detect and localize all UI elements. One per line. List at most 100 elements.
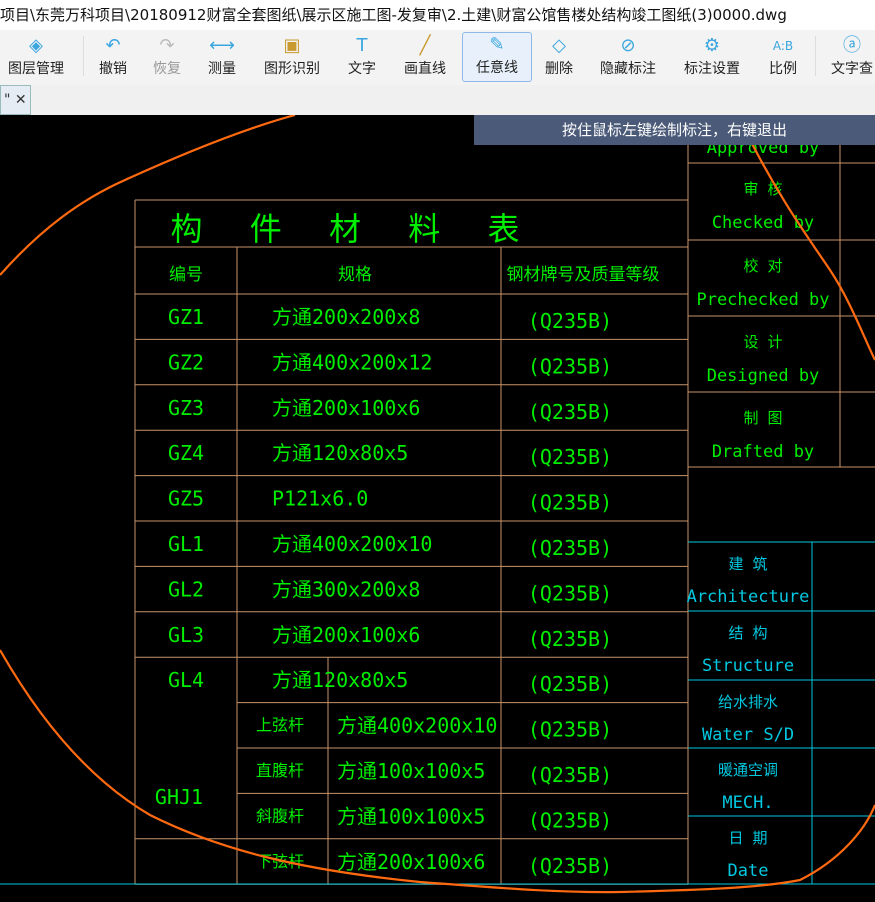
label: 图形识别 xyxy=(264,61,320,77)
row-grade: (Q235B) xyxy=(528,354,612,378)
redo-icon: ↷ xyxy=(159,35,175,56)
discipline-en: Structure xyxy=(702,656,794,676)
ruler-icon: ⟷ xyxy=(209,35,235,56)
row-spec: 方通200x100x6 xyxy=(272,623,420,647)
row-spec: 方通120x80x5 xyxy=(272,441,408,465)
discipline-cn: 结 构 xyxy=(728,624,767,642)
toolbar: ◈ 图层管理 ↶ 撤销 ↷ 恢复 ⟷ 测量 ▣ 图形识别 T 文字 ╱ 画直线 ✎ 任意线 ◇ 删… xyxy=(0,30,875,85)
label: 标注设置 xyxy=(684,61,740,77)
label: 恢复 xyxy=(153,61,181,77)
text-icon: T xyxy=(356,35,368,56)
row-id: GL3 xyxy=(168,623,204,647)
undo-button[interactable]: ↶ 撤销 xyxy=(91,32,135,82)
label: 比例 xyxy=(769,61,797,77)
annotation-settings-icon: ⚙ xyxy=(703,35,721,56)
scale-button[interactable]: A:B 比例 xyxy=(761,32,805,82)
text-search-icon: ⓐ xyxy=(843,35,861,56)
pen-icon: ✎ xyxy=(489,34,505,55)
truss-spec: 方通400x200x10 xyxy=(337,714,497,738)
truss-spec: 方通100x100x5 xyxy=(337,804,485,828)
signoff-en: Drafted by xyxy=(712,442,814,462)
redo-button[interactable]: ↷ 恢复 xyxy=(145,32,189,82)
line-button[interactable]: ╱ 画直线 xyxy=(396,32,454,82)
discipline-cn: 日 期 xyxy=(728,829,767,847)
tab-bar: " ✕ xyxy=(0,85,875,115)
hide-annotations-button[interactable]: ⊘ 隐藏标注 xyxy=(592,32,664,82)
row-grade: (Q235B) xyxy=(528,536,612,560)
freehand-button[interactable]: ✎ 任意线 xyxy=(462,32,532,82)
label: 画直线 xyxy=(404,61,446,77)
annotation-curve xyxy=(744,129,875,361)
label: 文字查 xyxy=(831,61,873,77)
label: 任意线 xyxy=(476,60,518,76)
row-spec: 方通300x200x8 xyxy=(272,577,420,601)
row-grade: (Q235B) xyxy=(528,581,612,605)
truss-id: GHJ1 xyxy=(155,785,203,809)
separator xyxy=(83,36,84,76)
line-icon: ╱ xyxy=(419,35,431,56)
row-spec: 方通400x200x12 xyxy=(272,350,432,374)
undo-icon: ↶ xyxy=(105,35,121,56)
table-header: 规格 xyxy=(338,265,372,285)
row-id: GZ3 xyxy=(168,396,204,420)
text-search-button[interactable]: ⓐ 文字查 xyxy=(823,32,875,82)
tab-label: " xyxy=(4,92,11,108)
layers-icon: ◈ xyxy=(29,35,43,56)
scale-icon: A:B xyxy=(772,39,794,53)
row-grade: (Q235B) xyxy=(528,445,612,469)
row-grade: (Q235B) xyxy=(528,672,612,696)
label: 图层管理 xyxy=(8,61,64,77)
row-id: GZ4 xyxy=(168,441,204,465)
signoff-cn: 设 计 xyxy=(743,333,782,351)
layer-manager-button[interactable]: ◈ 图层管理 xyxy=(0,32,72,82)
annotation-settings-button[interactable]: ⚙ 标注设置 xyxy=(676,32,748,82)
annotation-curve xyxy=(0,115,296,276)
measure-button[interactable]: ⟷ 测量 xyxy=(200,32,244,82)
discipline-en: Architecture xyxy=(687,587,810,607)
eraser-icon: ◇ xyxy=(552,35,566,56)
signoff-en: Designed by xyxy=(707,366,820,386)
truss-part: 直腹杆 xyxy=(256,761,304,780)
window-title: 项目\东莞万科项目\20180912财富全套图纸\展示区施工图-发复审\2.土建… xyxy=(0,0,875,30)
close-icon[interactable]: ✕ xyxy=(15,92,27,108)
row-grade: (Q235B) xyxy=(528,491,612,515)
truss-grade: (Q235B) xyxy=(528,718,612,742)
drawing-canvas[interactable]: 构 件 材 料 表编号 规格 钢材牌号及质量等级 GZ1 方通200x200x8 (Q23… xyxy=(0,115,875,902)
row-id: GL2 xyxy=(168,577,204,601)
row-spec: P121x6.0 xyxy=(272,487,368,511)
eye-hide-icon: ⊘ xyxy=(620,35,636,56)
truss-grade: (Q235B) xyxy=(528,763,612,787)
row-spec: 方通200x200x8 xyxy=(272,305,420,329)
discipline-cn: 建 筑 xyxy=(728,555,767,573)
table-header: 钢材牌号及质量等级 xyxy=(507,265,660,285)
label: 撤销 xyxy=(99,61,127,77)
text-button[interactable]: T 文字 xyxy=(340,32,384,82)
signoff-en: Prechecked by xyxy=(696,290,829,310)
hint-tooltip: 按住鼠标左键绘制标注，右键退出 xyxy=(474,115,875,145)
discipline-cn: 给水排水 xyxy=(718,693,778,711)
delete-button[interactable]: ◇ 删除 xyxy=(537,32,581,82)
truss-grade: (Q235B) xyxy=(528,808,612,832)
row-spec: 方通400x200x10 xyxy=(272,532,432,556)
separator xyxy=(815,36,816,76)
shape-recognize-button[interactable]: ▣ 图形识别 xyxy=(256,32,328,82)
row-id: GZ1 xyxy=(168,305,204,329)
discipline-cn: 暖通空调 xyxy=(718,761,778,779)
row-grade: (Q235B) xyxy=(528,309,612,333)
row-grade: (Q235B) xyxy=(528,400,612,424)
drawing-tab[interactable]: " ✕ xyxy=(0,85,31,115)
row-grade: (Q235B) xyxy=(528,627,612,651)
signoff-cn: 校 对 xyxy=(743,257,782,275)
label: 文字 xyxy=(348,61,376,77)
row-id: GZ2 xyxy=(168,350,204,374)
truss-part: 斜腹杆 xyxy=(256,806,304,825)
row-spec: 方通120x80x5 xyxy=(272,668,408,692)
truss-spec: 方通200x100x6 xyxy=(337,850,485,874)
label: 隐藏标注 xyxy=(600,61,656,77)
signoff-cn: 制 图 xyxy=(743,409,782,427)
material-table-text: 构 件 材 料 表编号 规格 钢材牌号及质量等级 GZ1 方通200x200x8 (Q23… xyxy=(155,210,660,878)
discipline-en: MECH. xyxy=(722,793,773,813)
row-spec: 方通200x100x6 xyxy=(272,396,420,420)
row-id: GL1 xyxy=(168,532,204,556)
discipline-en: Date xyxy=(728,861,769,881)
